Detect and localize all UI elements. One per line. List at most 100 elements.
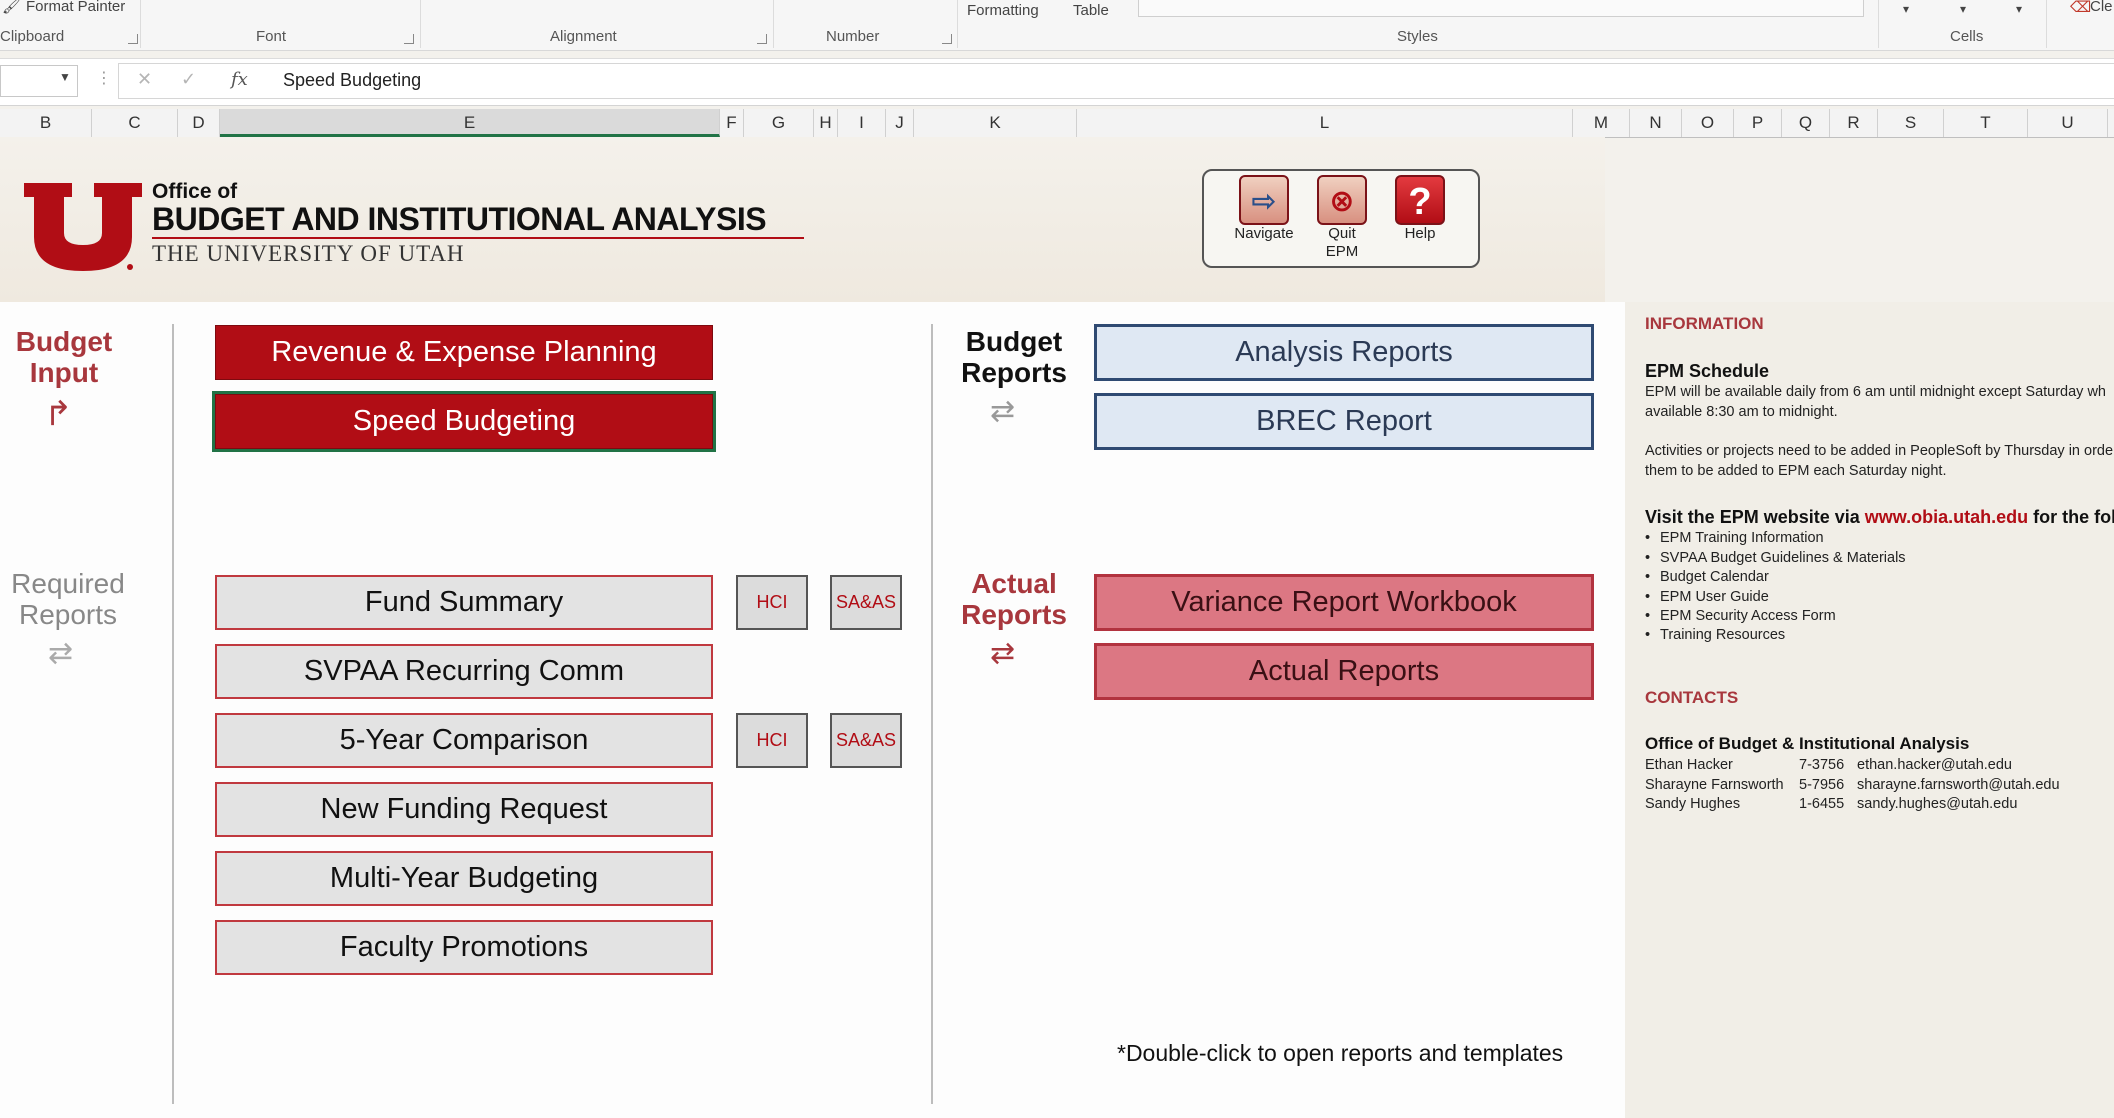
- revenue-expense-planning-button[interactable]: Revenue & Expense Planning: [215, 325, 713, 380]
- obia-website-link[interactable]: www.obia.utah.edu: [1865, 507, 2028, 527]
- delete-dropdown-icon[interactable]: ▾: [1960, 2, 1966, 16]
- list-item: Training Resources: [1660, 627, 1786, 643]
- new-funding-request-button[interactable]: New Funding Request: [215, 782, 713, 837]
- column-header-j[interactable]: J: [886, 109, 914, 137]
- contact-email[interactable]: sharayne.farnsworth@utah.edu: [1857, 777, 2060, 793]
- center-divider: [931, 324, 933, 1104]
- contact-email[interactable]: sandy.hughes@utah.edu: [1857, 796, 2017, 812]
- group-clipboard: Clipboard: [0, 28, 65, 45]
- quit-icon: ⊗: [1317, 175, 1367, 225]
- speed-budgeting-button[interactable]: Speed Budgeting: [212, 391, 716, 452]
- insert-dropdown-icon[interactable]: ▾: [1903, 2, 1909, 16]
- contact-email[interactable]: ethan.hacker@utah.edu: [1857, 757, 2012, 773]
- analysis-reports-button[interactable]: Analysis Reports: [1094, 324, 1594, 381]
- format-dropdown-icon[interactable]: ▾: [2016, 2, 2022, 16]
- eraser-icon[interactable]: ⌫: [2070, 0, 2091, 16]
- page-title: BUDGET AND INSTITUTIONAL ANALYSIS: [152, 201, 767, 237]
- bullet-icon: •: [1645, 530, 1651, 546]
- budget-input-title: Budget Input: [15, 326, 113, 388]
- navigation-panel: ⇨ Navigate ⊗ Quit EPM ? Help: [1202, 169, 1480, 268]
- column-header-c[interactable]: C: [92, 109, 178, 137]
- column-header-m[interactable]: M: [1573, 109, 1630, 137]
- info-sidebar: INFORMATION EPM Schedule EPM will be ava…: [1625, 302, 2114, 1118]
- variance-report-workbook-button[interactable]: Variance Report Workbook: [1094, 574, 1594, 631]
- column-header-o[interactable]: O: [1682, 109, 1734, 137]
- font-launcher-icon[interactable]: [404, 34, 414, 44]
- actual-reports-button[interactable]: Actual Reports: [1094, 643, 1594, 700]
- schedule-line: Activities or projects need to be added …: [1645, 443, 2114, 459]
- faculty-promotions-button[interactable]: Faculty Promotions: [215, 920, 713, 975]
- bullet-icon: •: [1645, 627, 1651, 643]
- column-header-k[interactable]: K: [914, 109, 1077, 137]
- ribbon: 🖌 Format Painter Clipboard Font Alignmen…: [0, 0, 2114, 51]
- list-item: EPM User Guide: [1660, 589, 1769, 605]
- budget-reports-title: Budget Reports: [961, 326, 1067, 388]
- cancel-icon[interactable]: ✕: [137, 69, 152, 90]
- column-header-t[interactable]: T: [1944, 109, 2028, 137]
- name-box-dropdown-icon[interactable]: ▼: [59, 70, 71, 84]
- ribbon-separator: [957, 0, 958, 48]
- formula-input[interactable]: Speed Budgeting: [268, 63, 2114, 99]
- fund-summary-saas-button[interactable]: SA&AS: [830, 575, 902, 630]
- column-header-q[interactable]: Q: [1782, 109, 1830, 137]
- list-item: EPM Training Information: [1660, 530, 1824, 546]
- five-year-comparison-button[interactable]: 5-Year Comparison: [215, 713, 713, 768]
- alignment-launcher-icon[interactable]: [757, 34, 767, 44]
- format-painter-icon[interactable]: 🖌: [2, 0, 21, 15]
- formula-value: Speed Budgeting: [283, 70, 422, 90]
- number-launcher-icon[interactable]: [942, 34, 952, 44]
- sheet-body: Budget Input ↱ Required Reports ⇄ Budget…: [0, 302, 1625, 1118]
- visit-prefix: Visit the EPM website via: [1645, 507, 1865, 527]
- svpaa-recurring-button[interactable]: SVPAA Recurring Comm: [215, 644, 713, 699]
- group-styles: Styles: [1397, 28, 1438, 45]
- column-header-p[interactable]: P: [1734, 109, 1782, 137]
- left-divider: [172, 324, 174, 1104]
- navigate-button[interactable]: ⇨ Navigate: [1230, 175, 1298, 242]
- column-header-i[interactable]: I: [838, 109, 886, 137]
- contact-name: Ethan Hacker: [1645, 757, 1733, 773]
- multi-year-budgeting-button[interactable]: Multi-Year Budgeting: [215, 851, 713, 906]
- column-header-f[interactable]: F: [720, 109, 744, 137]
- conditional-formatting-button[interactable]: Formatting: [967, 2, 1039, 19]
- column-header-l[interactable]: L: [1077, 109, 1573, 137]
- contact-phone: 1-6455: [1799, 796, 1845, 812]
- five-year-saas-button[interactable]: SA&AS: [830, 713, 902, 768]
- insert-function-icon[interactable]: fx: [231, 69, 248, 90]
- epm-schedule-title: EPM Schedule: [1645, 361, 1770, 381]
- enter-icon[interactable]: ✓: [181, 69, 196, 90]
- column-header-d[interactable]: D: [178, 109, 220, 137]
- office-name: Office of Budget & Institutional Analysi…: [1645, 734, 1970, 753]
- format-as-table-button[interactable]: Table: [1073, 2, 1109, 19]
- column-header-r[interactable]: R: [1830, 109, 1878, 137]
- fund-summary-hci-button[interactable]: HCI: [736, 575, 808, 630]
- column-header-row: BCDEFGHIJKLMNOPQRSTU: [0, 109, 2114, 138]
- column-header-e[interactable]: E: [220, 109, 720, 137]
- column-header-u[interactable]: U: [2028, 109, 2108, 137]
- column-header-n[interactable]: N: [1630, 109, 1682, 137]
- list-item: Budget Calendar: [1660, 569, 1769, 585]
- clipboard-launcher-icon[interactable]: [128, 34, 138, 44]
- help-icon: ?: [1395, 175, 1445, 225]
- ribbon-separator: [773, 0, 774, 48]
- name-box[interactable]: ▼: [0, 65, 78, 97]
- clear-button[interactable]: Cle: [2090, 0, 2113, 15]
- visit-line: Visit the EPM website via www.obia.utah.…: [1645, 507, 2114, 528]
- fund-summary-button[interactable]: Fund Summary: [215, 575, 713, 630]
- group-cells: Cells: [1950, 28, 1984, 45]
- help-button[interactable]: ? Help: [1386, 175, 1454, 242]
- column-header-s[interactable]: S: [1878, 109, 1944, 137]
- brec-report-button[interactable]: BREC Report: [1094, 393, 1594, 450]
- schedule-line: them to be added to EPM each Saturday ni…: [1645, 463, 1947, 479]
- column-header-b[interactable]: B: [0, 109, 92, 137]
- cell-styles-gallery[interactable]: [1138, 0, 1864, 17]
- five-year-hci-button[interactable]: HCI: [736, 713, 808, 768]
- navigate-icon: ⇨: [1239, 175, 1289, 225]
- contact-name: Sandy Hughes: [1645, 796, 1741, 812]
- quit-epm-button[interactable]: ⊗ Quit EPM: [1308, 175, 1376, 261]
- actual-reports-title: Actual Reports: [961, 568, 1067, 630]
- column-header-h[interactable]: H: [814, 109, 838, 137]
- actual-reports-arrow-icon: ⇄: [990, 637, 1016, 670]
- required-reports-title: Required Reports: [11, 568, 125, 630]
- format-painter-button[interactable]: Format Painter: [26, 0, 125, 15]
- column-header-g[interactable]: G: [744, 109, 814, 137]
